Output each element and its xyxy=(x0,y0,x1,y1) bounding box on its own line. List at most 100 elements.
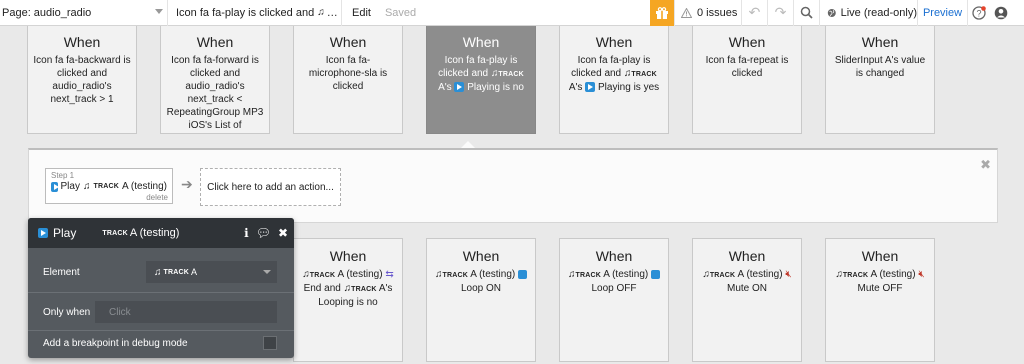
event-card-repeat[interactable]: When Icon fa fa-repeat is clicked xyxy=(692,26,802,134)
close-icon[interactable]: ✖ xyxy=(980,157,991,173)
event-selector[interactable]: Icon fa fa-play is clicked and ♫ … xyxy=(168,0,342,26)
loop-icon: ⇆ xyxy=(385,269,394,280)
action-property-editor: Play TRACK A (testing) ℹ 💬︎ ✖ Element ♫ … xyxy=(28,218,294,358)
editor-target: A (testing) xyxy=(129,227,180,239)
redo-button[interactable]: ↷ xyxy=(768,0,794,26)
mute-icon: 🔇︎ xyxy=(785,269,792,280)
event-card-play-yes[interactable]: When Icon fa fa-play is clicked and ♫TRA… xyxy=(559,26,669,134)
gift-button[interactable] xyxy=(650,0,674,26)
event-when-label: When xyxy=(595,248,633,264)
divider xyxy=(28,330,294,331)
event-card-track-end[interactable]: When ♫TRACK A (testing) ⇆ End and ♫TRACK… xyxy=(293,238,403,362)
event-card-loop-off[interactable]: When ♫TRACK A (testing) Loop OFF xyxy=(559,238,669,362)
undo-icon: ↶ xyxy=(748,4,761,20)
event-description-part: Loop OFF xyxy=(591,283,637,294)
track-badge: TRACK xyxy=(102,229,128,237)
event-when-label: When xyxy=(728,248,766,264)
event-description-part: A (testing) xyxy=(337,269,383,280)
track-badge: TRACK xyxy=(842,272,869,279)
user-icon xyxy=(994,6,1008,19)
event-description: ♫TRACK A (testing) Loop OFF xyxy=(565,268,663,295)
event-card-forward[interactable]: When Icon fa fa-forward is clicked and a… xyxy=(160,26,270,134)
event-when-label: When xyxy=(329,34,367,50)
preview-button[interactable]: Preview xyxy=(918,0,968,26)
gift-icon xyxy=(656,6,668,19)
step-summary: Play ♫ TRACK A (testing) xyxy=(51,181,167,192)
event-description-part: A (testing) xyxy=(870,269,916,280)
add-action-button[interactable]: Click here to add an action... xyxy=(200,168,341,206)
event-description-part: End and xyxy=(303,283,341,294)
workflow-action-panel: ✖ Step 1 Play ♫ TRACK A (testing) delete … xyxy=(28,148,998,223)
page-selector[interactable]: Page: audio_radio xyxy=(0,0,168,26)
event-description-part: A (testing) xyxy=(470,269,516,280)
help-button[interactable]: ? xyxy=(968,0,990,26)
event-description: Icon fa fa-play is clicked and ♫TRACK A'… xyxy=(432,54,530,94)
help-icon: ? xyxy=(972,5,986,20)
event-when-label: When xyxy=(63,34,101,50)
track-badge: TRACK xyxy=(575,272,601,279)
editor-title: Play xyxy=(53,226,77,240)
search-button[interactable] xyxy=(794,0,820,26)
event-when-label: When xyxy=(329,248,367,264)
event-description: ♫TRACK A (testing) Loop ON xyxy=(432,268,530,295)
chevron-down-icon xyxy=(263,270,271,274)
element-dropdown[interactable]: ♫ TRACK A xyxy=(146,261,277,283)
event-card-loop-on[interactable]: When ♫TRACK A (testing) Loop ON xyxy=(426,238,536,362)
event-when-label: When xyxy=(462,248,500,264)
event-card-play-no[interactable]: When Icon fa fa-play is clicked and ♫TRA… xyxy=(426,26,536,134)
issues-count: 0 issues xyxy=(697,6,738,19)
issues-button[interactable]: 0 issues xyxy=(674,0,742,26)
event-selector-label: Icon fa fa-play is clicked and xyxy=(176,6,315,19)
event-description: Icon fa fa-forward is clicked and audio_… xyxy=(166,55,264,131)
close-icon[interactable]: ✖ xyxy=(278,226,288,240)
live-version-selector[interactable]: Live (read-only) xyxy=(820,0,918,26)
breakpoint-row: Add a breakpoint in debug mode xyxy=(28,335,294,351)
action-step-1[interactable]: Step 1 Play ♫ TRACK A (testing) delete xyxy=(45,168,173,204)
track-badge: TRACK xyxy=(351,286,377,293)
breakpoint-checkbox[interactable] xyxy=(263,336,277,350)
event-when-label: When xyxy=(462,34,500,50)
comment-icon[interactable]: 💬︎ xyxy=(256,226,271,240)
event-description: ♫TRACK A (testing) 🔇︎ Mute ON xyxy=(698,268,796,295)
play-icon xyxy=(585,82,596,93)
saved-status: Saved xyxy=(384,6,417,19)
play-icon xyxy=(454,82,465,93)
event-card-backward[interactable]: When Icon fa fa-backward is clicked and … xyxy=(27,26,137,134)
mute-icon: 🔇︎ xyxy=(918,269,925,280)
event-description-part: Mute ON xyxy=(726,283,767,294)
event-description-part: A (testing) xyxy=(737,269,783,280)
event-card-slider[interactable]: When SliderInput A's value is changed xyxy=(825,26,935,134)
track-badge: TRACK xyxy=(442,272,468,279)
event-description: Icon fa fa-play is clicked and ♫TRACK A'… xyxy=(565,54,663,94)
event-description-part: Loop ON xyxy=(460,283,502,294)
event-description-part: A's xyxy=(378,283,393,294)
event-when-label: When xyxy=(861,34,899,50)
event-description-part: A's xyxy=(438,82,452,93)
event-description-part: Playing is yes xyxy=(598,82,660,93)
event-description: ♫TRACK A (testing) ⇆ End and ♫TRACK A's … xyxy=(299,268,397,309)
event-selector-ellipsis: … xyxy=(326,6,338,19)
event-card-mute-on[interactable]: When ♫TRACK A (testing) 🔇︎ Mute ON xyxy=(692,238,802,362)
user-button[interactable] xyxy=(990,0,1012,26)
edit-area: Edit Saved xyxy=(342,0,650,26)
arrow-right-icon: ➔ xyxy=(181,176,193,192)
only-when-input[interactable] xyxy=(95,301,277,323)
chevron-down-icon xyxy=(155,8,163,14)
delete-step-link[interactable]: delete xyxy=(146,193,168,202)
info-icon[interactable]: ℹ xyxy=(244,226,249,240)
event-description: Icon fa fa-microphone-sla is clicked xyxy=(308,55,388,92)
event-card-mute-off[interactable]: When ♫TRACK A (testing) 🔇︎ Mute OFF xyxy=(825,238,935,362)
event-card-microphone[interactable]: When Icon fa fa-microphone-sla is clicke… xyxy=(293,26,403,134)
edit-button[interactable]: Edit xyxy=(352,7,371,19)
event-description-part: A's xyxy=(568,82,583,93)
event-when-label: When xyxy=(196,34,234,50)
music-icon: ♫ xyxy=(702,269,710,280)
music-icon: ♫ xyxy=(82,181,91,192)
track-badge: TRACK xyxy=(93,183,119,190)
undo-button[interactable]: ↶ xyxy=(742,0,768,26)
track-badge: TRACK xyxy=(309,272,336,279)
music-icon: ♫ xyxy=(343,283,352,294)
track-badge: TRACK xyxy=(631,71,657,78)
search-icon xyxy=(800,6,813,19)
only-when-label: Only when xyxy=(43,306,91,318)
